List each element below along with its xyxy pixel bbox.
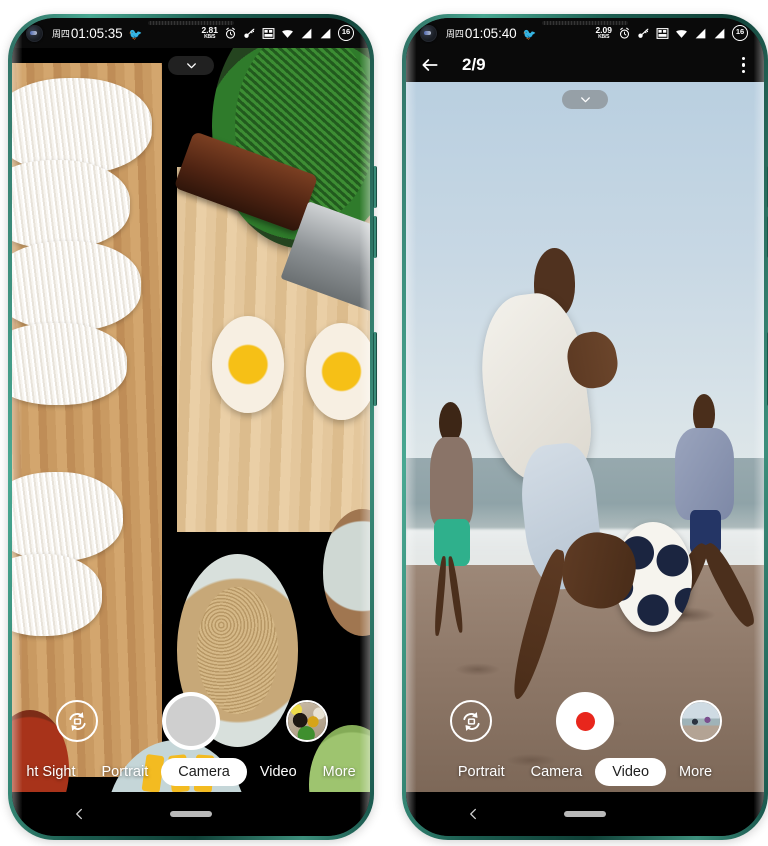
status-icons: 2.09 KB/S 16 xyxy=(595,25,748,41)
bird-icon: 🐦 xyxy=(522,28,537,41)
gallery-header: 2/9 xyxy=(406,48,764,82)
earpiece-speaker xyxy=(542,21,628,25)
camera-controls xyxy=(406,690,764,752)
status-time: 01:05:40 xyxy=(464,25,517,41)
system-navigation-bar xyxy=(406,792,764,836)
volume-down-button[interactable] xyxy=(373,216,377,258)
flip-camera-icon xyxy=(68,711,86,731)
camera-mode-strip: ht Sight Portrait Camera Video More xyxy=(12,752,370,792)
screenshot-canvas: 周四 01:05:35 🐦 2.81 KB/S 16 ht Sight Port… xyxy=(0,0,768,846)
nav-home-pill[interactable] xyxy=(170,811,212,817)
nav-home-pill[interactable] xyxy=(564,811,606,817)
front-camera-punchhole xyxy=(26,24,43,42)
data-rate-indicator: 2.81 KB/S xyxy=(201,26,218,40)
camera-viewfinder[interactable]: ht Sight Portrait Camera Video More xyxy=(12,48,370,792)
camera-mode-strip: Portrait Camera Video More xyxy=(406,752,764,792)
wifi-icon xyxy=(282,29,293,38)
bird-icon: 🐦 xyxy=(128,28,143,41)
flip-camera-button[interactable] xyxy=(450,700,492,742)
status-time: 01:05:35 xyxy=(70,25,123,41)
last-photo-thumbnail[interactable] xyxy=(680,700,722,742)
record-dot-icon xyxy=(575,711,595,731)
qr-box-icon xyxy=(262,27,275,39)
key-icon xyxy=(244,28,255,38)
viewfinder-preview-food xyxy=(12,48,370,792)
signal-2-icon xyxy=(320,28,331,38)
mode-portrait[interactable]: Portrait xyxy=(88,758,161,786)
mode-video[interactable]: Video xyxy=(595,758,667,786)
status-day-of-week: 周四 xyxy=(446,28,464,39)
chevron-down-icon xyxy=(580,97,590,103)
nav-back-chevron-icon[interactable] xyxy=(74,808,85,820)
page-counter-title: 2/9 xyxy=(462,55,486,74)
phone-video-screen: 周四 01:05:40 🐦 2.09 KB/S 16 2/9 Portrait … xyxy=(406,18,764,836)
data-rate-unit: KB/S xyxy=(204,33,216,40)
pull-down-handle[interactable] xyxy=(562,90,608,109)
volume-up-button[interactable] xyxy=(373,166,377,208)
earpiece-speaker xyxy=(148,21,234,25)
signal-1-icon xyxy=(301,28,312,38)
battery-indicator: 16 xyxy=(732,25,748,41)
system-navigation-bar xyxy=(12,792,370,836)
flip-camera-icon xyxy=(462,711,480,731)
alarm-icon xyxy=(225,27,236,39)
camera-controls xyxy=(12,690,370,752)
shutter-button[interactable] xyxy=(162,692,220,750)
status-day-of-week: 周四 xyxy=(52,28,70,39)
pull-down-handle[interactable] xyxy=(168,56,214,75)
mode-more[interactable]: More xyxy=(666,758,725,786)
phone-camera: 周四 01:05:35 🐦 2.81 KB/S 16 ht Sight Port… xyxy=(8,14,377,840)
battery-indicator: 16 xyxy=(338,25,354,41)
wifi-icon xyxy=(676,29,687,38)
front-camera-punchhole xyxy=(420,24,437,42)
nav-back-chevron-icon[interactable] xyxy=(468,808,479,820)
key-icon xyxy=(638,28,649,38)
mode-portrait[interactable]: Portrait xyxy=(445,758,518,786)
viewfinder-preview-beach xyxy=(406,82,764,792)
alarm-icon xyxy=(619,27,630,39)
mode-video[interactable]: Video xyxy=(247,758,310,786)
back-arrow-icon[interactable] xyxy=(420,55,440,75)
signal-2-icon xyxy=(714,28,725,38)
data-rate-unit: KB/S xyxy=(598,33,610,40)
power-button[interactable] xyxy=(373,332,377,406)
flip-camera-button[interactable] xyxy=(56,700,98,742)
data-rate-indicator: 2.09 KB/S xyxy=(595,26,612,40)
mode-more[interactable]: More xyxy=(310,758,369,786)
record-button[interactable] xyxy=(556,692,614,750)
last-photo-thumbnail[interactable] xyxy=(286,700,328,742)
mode-camera[interactable]: Camera xyxy=(518,758,596,786)
qr-box-icon xyxy=(656,27,669,39)
mode-night-sight[interactable]: ht Sight xyxy=(13,758,88,786)
signal-1-icon xyxy=(695,28,706,38)
camera-viewfinder[interactable]: Portrait Camera Video More xyxy=(406,82,764,792)
status-icons: 2.81 KB/S 16 xyxy=(201,25,354,41)
chevron-down-icon xyxy=(186,63,196,69)
status-clock: 周四 01:05:35 🐦 xyxy=(52,26,142,41)
phone-video: 周四 01:05:40 🐦 2.09 KB/S 16 2/9 Portrait … xyxy=(402,14,768,840)
mode-camera[interactable]: Camera xyxy=(161,758,247,786)
phone-camera-screen: 周四 01:05:35 🐦 2.81 KB/S 16 ht Sight Port… xyxy=(12,18,370,836)
overflow-menu-icon[interactable] xyxy=(739,53,748,77)
status-clock: 周四 01:05:40 🐦 xyxy=(446,26,536,41)
